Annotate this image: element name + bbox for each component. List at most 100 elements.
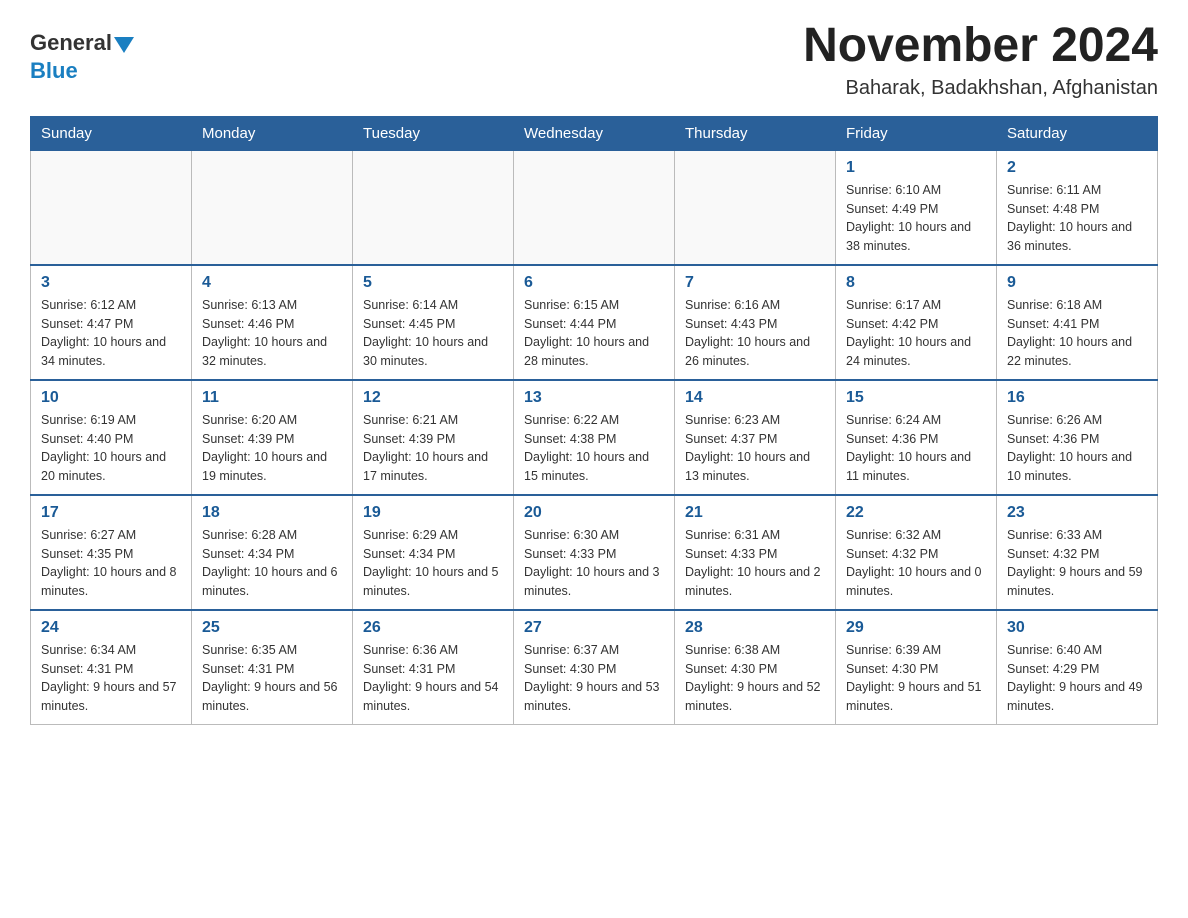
- month-title: November 2024: [803, 20, 1158, 73]
- calendar-cell: 28 Sunrise: 6:38 AMSunset: 4:30 PMDayligh…: [675, 610, 836, 725]
- day-info: Sunrise: 6:11 AMSunset: 4:48 PMDaylight:…: [1007, 181, 1147, 256]
- day-info: Sunrise: 6:27 AMSunset: 4:35 PMDaylight:…: [41, 526, 181, 601]
- calendar-cell: 1 Sunrise: 6:10 AMSunset: 4:49 PMDaylight…: [836, 150, 997, 265]
- calendar-cell: 12Sunrise: 6:21 AMSunset: 4:39 PMDayligh…: [353, 380, 514, 495]
- day-info: Sunrise: 6:24 AMSunset: 4:36 PMDaylight:…: [846, 411, 986, 486]
- day-info: Sunrise: 6:21 AMSunset: 4:39 PMDaylight:…: [363, 411, 503, 486]
- calendar-cell: 21Sunrise: 6:31 AMSunset: 4:33 PMDayligh…: [675, 495, 836, 610]
- day-number: 4: [202, 274, 342, 292]
- calendar-cell: 29Sunrise: 6:39 AMSunset: 4:30 PMDayligh…: [836, 610, 997, 725]
- day-number: 10: [41, 389, 181, 407]
- column-header-sunday: Sunday: [31, 116, 192, 150]
- day-info: Sunrise: 6:19 AMSunset: 4:40 PMDaylight:…: [41, 411, 181, 486]
- day-number: 26: [363, 619, 503, 637]
- calendar-cell: 6 Sunrise: 6:15 AMSunset: 4:44 PMDaylight…: [514, 265, 675, 380]
- calendar-cell: 30 Sunrise: 6:40 AMSunset: 4:29 PMDayligh…: [997, 610, 1158, 725]
- day-info: Sunrise: 6:18 AMSunset: 4:41 PMDaylight:…: [1007, 296, 1147, 371]
- calendar-cell: 8 Sunrise: 6:17 AMSunset: 4:42 PMDaylight…: [836, 265, 997, 380]
- column-header-friday: Friday: [836, 116, 997, 150]
- calendar-cell: [675, 150, 836, 265]
- calendar-header-row: SundayMondayTuesdayWednesdayThursdayFrid…: [31, 116, 1158, 150]
- day-number: 19: [363, 504, 503, 522]
- day-number: 2: [1007, 159, 1147, 177]
- day-number: 28: [685, 619, 825, 637]
- calendar-cell: 22 Sunrise: 6:32 AMSunset: 4:32 PMDayligh…: [836, 495, 997, 610]
- day-number: 22: [846, 504, 986, 522]
- day-number: 24: [41, 619, 181, 637]
- calendar-cell: 16 Sunrise: 6:26 AMSunset: 4:36 PMDayligh…: [997, 380, 1158, 495]
- calendar-week-row: 17 Sunrise: 6:27 AMSunset: 4:35 PMDayligh…: [31, 495, 1158, 610]
- calendar-cell: [353, 150, 514, 265]
- day-info: Sunrise: 6:13 AMSunset: 4:46 PMDaylight:…: [202, 296, 342, 371]
- title-area: November 2024 Baharak, Badakhshan, Afgha…: [803, 20, 1158, 100]
- day-number: 8: [846, 274, 986, 292]
- day-info: Sunrise: 6:29 AMSunset: 4:34 PMDaylight:…: [363, 526, 503, 601]
- day-number: 13: [524, 389, 664, 407]
- day-info: Sunrise: 6:31 AMSunset: 4:33 PMDaylight:…: [685, 526, 825, 601]
- calendar-cell: 11 Sunrise: 6:20 AMSunset: 4:39 PMDayligh…: [192, 380, 353, 495]
- day-number: 27: [524, 619, 664, 637]
- day-info: Sunrise: 6:28 AMSunset: 4:34 PMDaylight:…: [202, 526, 342, 601]
- calendar-cell: [514, 150, 675, 265]
- calendar-cell: 7 Sunrise: 6:16 AMSunset: 4:43 PMDaylight…: [675, 265, 836, 380]
- day-number: 1: [846, 159, 986, 177]
- calendar-cell: 25Sunrise: 6:35 AMSunset: 4:31 PMDayligh…: [192, 610, 353, 725]
- day-info: Sunrise: 6:32 AMSunset: 4:32 PMDaylight:…: [846, 526, 986, 601]
- page-header: General Blue November 2024 Baharak, Bada…: [30, 20, 1158, 100]
- calendar-cell: [31, 150, 192, 265]
- day-info: Sunrise: 6:15 AMSunset: 4:44 PMDaylight:…: [524, 296, 664, 371]
- day-info: Sunrise: 6:39 AMSunset: 4:30 PMDaylight:…: [846, 641, 986, 716]
- logo: General Blue: [30, 30, 134, 84]
- day-info: Sunrise: 6:37 AMSunset: 4:30 PMDaylight:…: [524, 641, 664, 716]
- column-header-wednesday: Wednesday: [514, 116, 675, 150]
- day-number: 9: [1007, 274, 1147, 292]
- day-info: Sunrise: 6:35 AMSunset: 4:31 PMDaylight:…: [202, 641, 342, 716]
- column-header-saturday: Saturday: [997, 116, 1158, 150]
- calendar-cell: 27 Sunrise: 6:37 AMSunset: 4:30 PMDayligh…: [514, 610, 675, 725]
- calendar-cell: 19 Sunrise: 6:29 AMSunset: 4:34 PMDayligh…: [353, 495, 514, 610]
- calendar-cell: 17 Sunrise: 6:27 AMSunset: 4:35 PMDayligh…: [31, 495, 192, 610]
- logo-general-text: General: [30, 30, 112, 56]
- day-info: Sunrise: 6:34 AMSunset: 4:31 PMDaylight:…: [41, 641, 181, 716]
- calendar-cell: 15 Sunrise: 6:24 AMSunset: 4:36 PMDayligh…: [836, 380, 997, 495]
- day-number: 3: [41, 274, 181, 292]
- calendar-cell: 10 Sunrise: 6:19 AMSunset: 4:40 PMDayligh…: [31, 380, 192, 495]
- day-info: Sunrise: 6:26 AMSunset: 4:36 PMDaylight:…: [1007, 411, 1147, 486]
- calendar-week-row: 10 Sunrise: 6:19 AMSunset: 4:40 PMDayligh…: [31, 380, 1158, 495]
- day-number: 20: [524, 504, 664, 522]
- day-info: Sunrise: 6:23 AMSunset: 4:37 PMDaylight:…: [685, 411, 825, 486]
- day-info: Sunrise: 6:14 AMSunset: 4:45 PMDaylight:…: [363, 296, 503, 371]
- calendar-week-row: 3 Sunrise: 6:12 AMSunset: 4:47 PMDaylight…: [31, 265, 1158, 380]
- calendar-week-row: 1 Sunrise: 6:10 AMSunset: 4:49 PMDaylight…: [31, 150, 1158, 265]
- day-info: Sunrise: 6:36 AMSunset: 4:31 PMDaylight:…: [363, 641, 503, 716]
- calendar-cell: 20 Sunrise: 6:30 AMSunset: 4:33 PMDayligh…: [514, 495, 675, 610]
- day-info: Sunrise: 6:17 AMSunset: 4:42 PMDaylight:…: [846, 296, 986, 371]
- day-number: 6: [524, 274, 664, 292]
- calendar-cell: 9 Sunrise: 6:18 AMSunset: 4:41 PMDaylight…: [997, 265, 1158, 380]
- calendar-cell: 24 Sunrise: 6:34 AMSunset: 4:31 PMDayligh…: [31, 610, 192, 725]
- column-header-tuesday: Tuesday: [353, 116, 514, 150]
- day-info: Sunrise: 6:38 AMSunset: 4:30 PMDaylight:…: [685, 641, 825, 716]
- day-number: 17: [41, 504, 181, 522]
- day-number: 18: [202, 504, 342, 522]
- calendar-cell: 14 Sunrise: 6:23 AMSunset: 4:37 PMDayligh…: [675, 380, 836, 495]
- day-number: 15: [846, 389, 986, 407]
- day-info: Sunrise: 6:16 AMSunset: 4:43 PMDaylight:…: [685, 296, 825, 371]
- day-info: Sunrise: 6:20 AMSunset: 4:39 PMDaylight:…: [202, 411, 342, 486]
- day-info: Sunrise: 6:12 AMSunset: 4:47 PMDaylight:…: [41, 296, 181, 371]
- calendar-table: SundayMondayTuesdayWednesdayThursdayFrid…: [30, 116, 1158, 725]
- day-info: Sunrise: 6:30 AMSunset: 4:33 PMDaylight:…: [524, 526, 664, 601]
- column-header-thursday: Thursday: [675, 116, 836, 150]
- calendar-cell: 26 Sunrise: 6:36 AMSunset: 4:31 PMDayligh…: [353, 610, 514, 725]
- day-number: 7: [685, 274, 825, 292]
- day-number: 11: [202, 389, 342, 407]
- logo-blue-text: Blue: [30, 58, 78, 83]
- day-number: 30: [1007, 619, 1147, 637]
- calendar-cell: 23Sunrise: 6:33 AMSunset: 4:32 PMDayligh…: [997, 495, 1158, 610]
- day-info: Sunrise: 6:40 AMSunset: 4:29 PMDaylight:…: [1007, 641, 1147, 716]
- calendar-cell: 3 Sunrise: 6:12 AMSunset: 4:47 PMDaylight…: [31, 265, 192, 380]
- day-number: 14: [685, 389, 825, 407]
- day-number: 16: [1007, 389, 1147, 407]
- day-info: Sunrise: 6:10 AMSunset: 4:49 PMDaylight:…: [846, 181, 986, 256]
- calendar-cell: 4 Sunrise: 6:13 AMSunset: 4:46 PMDaylight…: [192, 265, 353, 380]
